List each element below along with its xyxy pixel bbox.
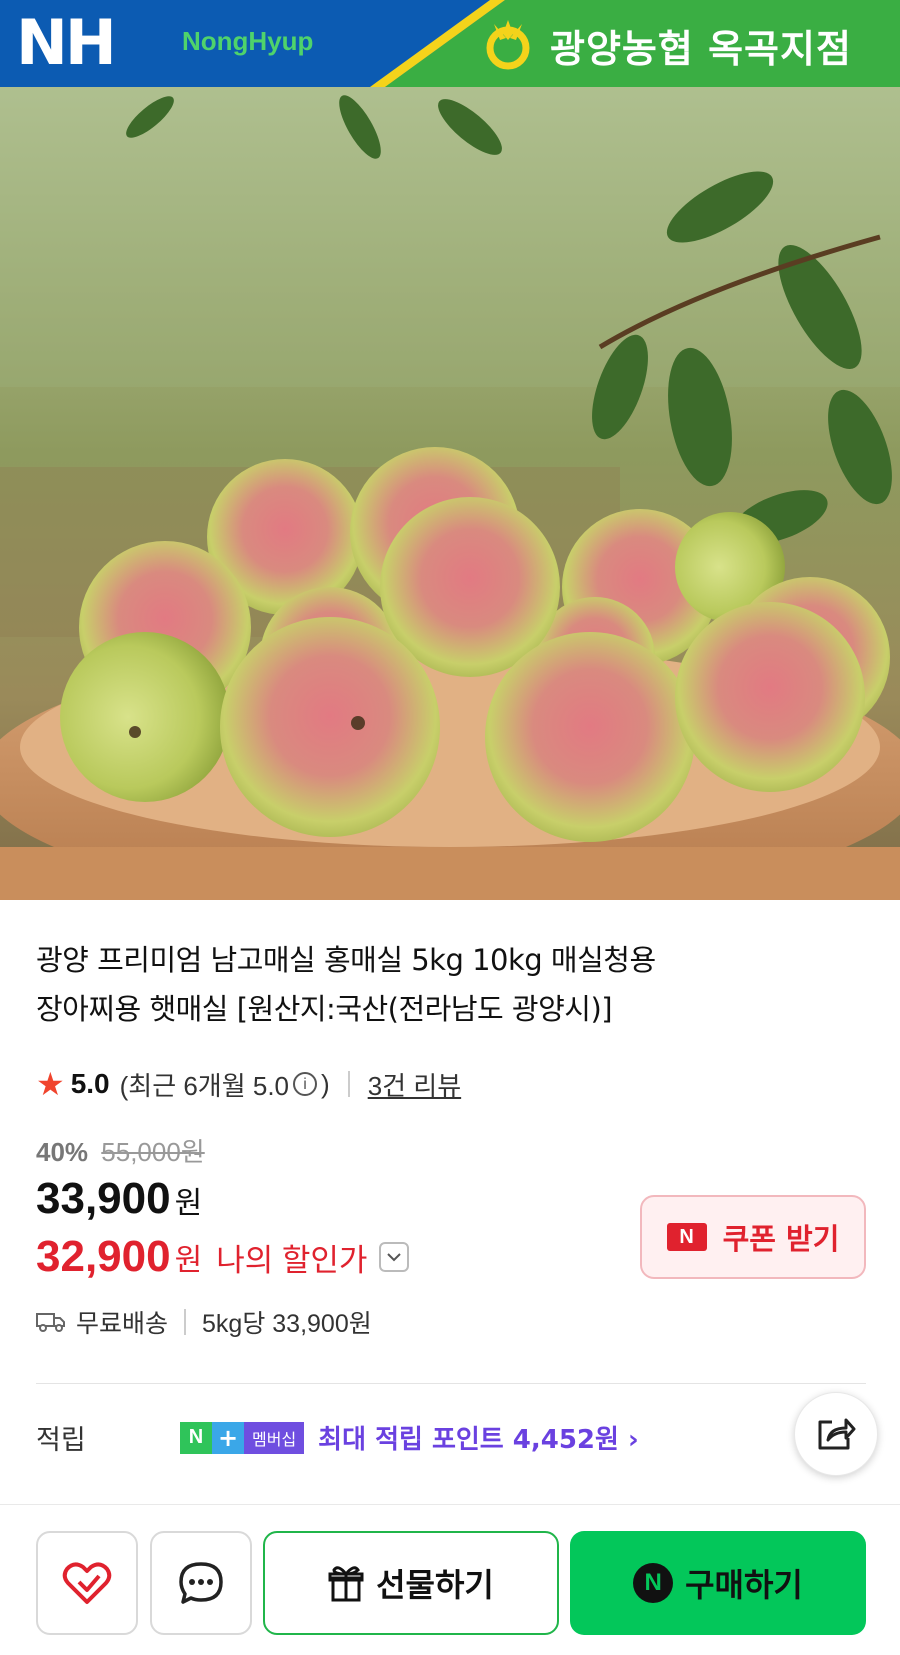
recent-rating-label: (최근 6개월 5.0: [119, 1070, 290, 1101]
heart-icon: [62, 1562, 112, 1604]
star-icon: ★: [36, 1066, 65, 1102]
my-discount-price[interactable]: 32,900 원 나의 할인가: [36, 1232, 410, 1282]
store-banner: NH NongHyup 광양농협 옥곡지점: [0, 0, 900, 87]
my-price-label: 나의 할인가: [216, 1242, 368, 1278]
naver-n-badge: N: [666, 1223, 707, 1251]
chevron-down-icon[interactable]: [379, 1242, 410, 1272]
rating-score: 5.0: [70, 1068, 110, 1099]
coupon-label: 쿠폰 받기: [722, 1222, 840, 1256]
chat-icon: [179, 1562, 223, 1604]
review-count-link[interactable]: 3건 리뷰: [368, 1066, 461, 1103]
original-price: 55,000원: [101, 1137, 205, 1167]
gift-icon: [328, 1566, 364, 1602]
talk-talk-button[interactable]: [150, 1531, 252, 1635]
delivery-label: 무료배송: [76, 1310, 169, 1338]
section-divider: [36, 1383, 866, 1384]
sale-price-value: 33,900: [36, 1174, 171, 1223]
sale-price-currency: 원: [174, 1187, 203, 1220]
discount-percent: 40%: [36, 1137, 89, 1167]
recent-rating-close: ): [321, 1068, 330, 1099]
truck-icon: [36, 1313, 65, 1332]
membership-text: 멤버십: [244, 1421, 305, 1454]
my-price-value: 32,900: [36, 1232, 171, 1281]
nh-logo: NH: [16, 6, 117, 79]
branch-name: 광양농협 옥곡지점: [550, 27, 852, 71]
membership-plus: +: [212, 1421, 244, 1454]
like-button[interactable]: [36, 1531, 138, 1635]
points-label: 적립: [36, 1425, 86, 1456]
buy-label: 구매하기: [685, 1566, 803, 1604]
shipping-row: 무료배송 5kg당 33,900원: [36, 1304, 372, 1340]
coupon-button[interactable]: N 쿠폰 받기: [640, 1195, 866, 1279]
plums-photo: [0, 87, 900, 900]
naver-pay-n-icon: N: [633, 1563, 674, 1603]
membership-n: N: [180, 1421, 212, 1454]
product-title-line2: 장아찌용 햇매실 [원산지:국산(전라남도 광양시)]: [36, 992, 613, 1026]
my-price-currency: 원: [174, 1244, 203, 1277]
nh-brand-name: NongHyup: [182, 26, 314, 56]
naver-plus-membership-badge: N + 멤버십: [180, 1421, 305, 1454]
max-points-link[interactable]: 최대 적립 포인트 4,452원 ›: [318, 1419, 639, 1456]
share-button[interactable]: [794, 1392, 878, 1476]
product-title-line1: 광양 프리미엄 남고매실 홍매실 5kg 10kg 매실청용: [36, 943, 656, 977]
product-image[interactable]: 1 / 7: [0, 87, 900, 900]
gift-button[interactable]: 선물하기: [263, 1531, 559, 1635]
points-row[interactable]: 적립 N + 멤버십 최대 적립 포인트 4,452원 ›: [36, 1418, 639, 1457]
unit-price: 5kg당 33,900원: [202, 1310, 372, 1338]
bottom-action-bar: 선물하기 N 구매하기: [0, 1504, 900, 1655]
gift-label: 선물하기: [376, 1566, 494, 1604]
buy-button[interactable]: N 구매하기: [570, 1531, 866, 1635]
rating-row: ★ 5.0 (최근 6개월 5.0 i ) 3건 리뷰: [36, 1064, 461, 1104]
product-title: 광양 프리미엄 남고매실 홍매실 5kg 10kg 매실청용 장아찌용 햇매실 …: [36, 936, 856, 1034]
divider: [184, 1309, 187, 1335]
discount-row: 40% 55,000원: [36, 1132, 205, 1169]
divider: [347, 1071, 350, 1097]
info-icon[interactable]: i: [293, 1072, 318, 1096]
sale-price: 33,900 원: [36, 1174, 202, 1224]
share-icon: [818, 1418, 856, 1450]
nonghyup-emblem-icon: [486, 20, 530, 70]
